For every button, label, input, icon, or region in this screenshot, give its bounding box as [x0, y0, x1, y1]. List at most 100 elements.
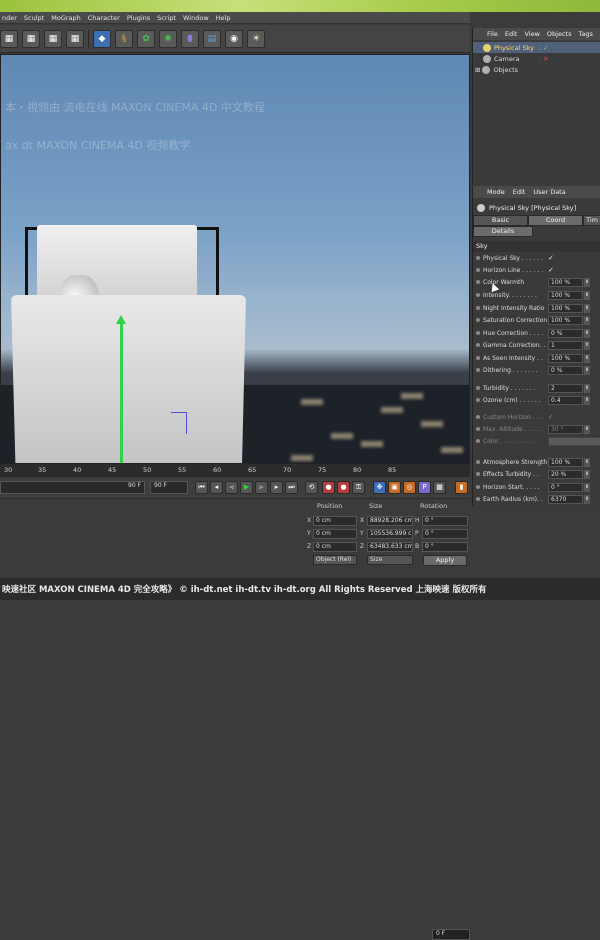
param-custom-horizon[interactable]: Custom Horizon . . .✓ [473, 411, 600, 423]
pla-key-icon[interactable]: ▦ [433, 481, 446, 494]
expand-icon[interactable]: ⊞ [475, 66, 480, 74]
render-picture-viewer-icon[interactable]: ▦ [22, 30, 40, 48]
attr-menu-edit[interactable]: Edit [513, 188, 526, 196]
end-frame-field[interactable]: 90 F [150, 481, 188, 494]
tab-coord[interactable]: Coord [528, 215, 583, 226]
keyframe-selection-icon[interactable]: ⚿ [352, 481, 365, 494]
position-y-field[interactable]: 0 cm [313, 529, 357, 539]
menu-script[interactable]: Script [157, 14, 176, 22]
preview-range-field[interactable]: 90 F [0, 481, 145, 494]
checkbox[interactable]: ✓ [548, 254, 554, 262]
timeline-ruler[interactable]: 30 35 40 45 50 55 60 65 70 75 80 85 0 F [0, 464, 470, 477]
menu-character[interactable]: Character [88, 14, 120, 22]
render-view-icon[interactable]: ▦ [0, 30, 18, 48]
param-field[interactable]: 100 % [548, 304, 583, 313]
spinner-icon[interactable]: ⬍ [584, 425, 590, 434]
param-turbidity[interactable]: Turbidity . . . . . . .2⬍ [473, 382, 600, 394]
param-field[interactable]: 20 % [548, 470, 583, 479]
param-dithering[interactable]: Dithering . . . . . . .0 %⬍ [473, 364, 600, 376]
spinner-icon[interactable]: ⬍ [584, 291, 590, 300]
section-header-sky[interactable]: Sky [473, 241, 600, 252]
apply-button[interactable]: Apply [423, 555, 467, 566]
param-field[interactable]: 0 ° [548, 483, 583, 492]
param-field[interactable]: 1 [548, 341, 583, 350]
rotation-h-field[interactable]: 0 ° [422, 516, 468, 526]
size-x-field[interactable]: 88928.206 cm [367, 516, 413, 526]
param-horizon-line[interactable]: Horizon Line . . . . . .✓ [473, 264, 600, 276]
tab-basic[interactable]: Basic [473, 215, 528, 226]
menu-sculpt[interactable]: Sculpt [24, 14, 44, 22]
menu-plugins[interactable]: Plugins [127, 14, 150, 22]
spinner-icon[interactable]: ⬍ [584, 278, 590, 287]
objects-menu-tags[interactable]: Tags [578, 30, 592, 38]
spinner-icon[interactable]: ⬍ [584, 316, 590, 325]
menu-help[interactable]: Help [216, 14, 231, 22]
record-icon[interactable]: ● [322, 481, 335, 494]
param-earth-radius[interactable]: Earth Radius (km). .6370⬍ [473, 493, 600, 505]
param-field[interactable]: 0.4 [548, 396, 583, 405]
scale-key-icon[interactable]: ▣ [388, 481, 401, 494]
param-field[interactable]: 100 % [548, 458, 583, 467]
param-saturation-correction[interactable]: Saturation Correction100 %⬍ [473, 314, 600, 326]
spinner-icon[interactable]: ⬍ [584, 354, 590, 363]
next-frame-icon[interactable]: ▹ [255, 481, 268, 494]
param-color[interactable]: Color . . . . . . . . . [473, 435, 600, 447]
position-x-field[interactable]: 0 cm [313, 516, 357, 526]
param-key-icon[interactable]: P [418, 481, 431, 494]
spinner-icon[interactable]: ⬍ [584, 304, 590, 313]
object-row-objects[interactable]: ⊞ Objects [473, 64, 600, 75]
checkbox[interactable]: ✓ [548, 413, 554, 421]
spinner-icon[interactable]: ⬍ [584, 458, 590, 467]
attr-menu-mode[interactable]: Mode [487, 188, 505, 196]
current-frame-readout[interactable]: 0 F [432, 929, 470, 940]
param-atmosphere-strength[interactable]: Atmosphere Strength100 %⬍ [473, 456, 600, 468]
size-y-field[interactable]: 105536.999 cm [367, 529, 413, 539]
menu-window[interactable]: Window [183, 14, 209, 22]
param-hue-correction[interactable]: Hue Correction . . . .0 %⬍ [473, 327, 600, 339]
prev-key-icon[interactable]: ◂ [210, 481, 223, 494]
param-physical-sky[interactable]: Physical Sky . . . . . .✓ [473, 252, 600, 264]
cube-icon[interactable]: ◆ [93, 30, 111, 48]
go-to-end-icon[interactable]: ⏭ [285, 481, 298, 494]
spinner-icon[interactable]: ⬍ [584, 495, 590, 504]
rotate-key-icon[interactable]: ◎ [403, 481, 416, 494]
attr-menu-userdata[interactable]: User Data [533, 188, 565, 196]
spline-icon[interactable]: § [115, 30, 133, 48]
camera-tag-icon[interactable]: ⁚ ✕ [539, 55, 549, 63]
edit-render-settings-icon[interactable]: ▦ [66, 30, 84, 48]
go-to-start-icon[interactable]: ⏮ [195, 481, 208, 494]
prev-frame-icon[interactable]: ◃ [225, 481, 238, 494]
timeline-window-icon[interactable]: ▮ [455, 481, 468, 494]
spinner-icon[interactable]: ⬍ [584, 396, 590, 405]
environment-icon[interactable]: ▤ [203, 30, 221, 48]
spinner-icon[interactable]: ⬍ [584, 384, 590, 393]
objects-menu-file[interactable]: File [487, 30, 498, 38]
param-horizon-start[interactable]: Horizon Start. . . . .0 °⬍ [473, 481, 600, 493]
render-settings-icon[interactable]: ▦ [44, 30, 62, 48]
object-row-camera[interactable]: Camera ⁚ ✕ [473, 53, 600, 64]
visibility-check-icon[interactable]: ⁚ ✓ [539, 44, 549, 52]
size-z-field[interactable]: 63483.633 cm [367, 542, 413, 552]
spinner-icon[interactable]: ⬍ [584, 470, 590, 479]
light-icon[interactable]: ☀ [247, 30, 265, 48]
spinner-icon[interactable]: ⬍ [584, 329, 590, 338]
position-z-field[interactable]: 0 cm [313, 542, 357, 552]
param-field[interactable]: 30 ° [548, 425, 583, 434]
objects-menu-edit[interactable]: Edit [505, 30, 518, 38]
y-axis-handle[interactable] [120, 323, 123, 464]
param-ozone[interactable]: Ozone (cm) . . . . . .0.4⬍ [473, 394, 600, 406]
param-night-intensity-ratio[interactable]: Night Intensity Ratio100 %⬍ [473, 302, 600, 314]
param-effects-turbidity[interactable]: Effects Turbidity . .20 %⬍ [473, 468, 600, 480]
mograph-icon[interactable]: ✺ [159, 30, 177, 48]
param-field[interactable]: 100 % [548, 354, 583, 363]
3d-viewport[interactable]: 本・視频由 流电在线 MAXON CINEMA 4D 中文教程 ax dt MA… [0, 54, 470, 464]
param-as-seen-intensity[interactable]: As Seen Intensity . .100 %⬍ [473, 352, 600, 364]
param-field[interactable]: 0 % [548, 329, 583, 338]
color-swatch[interactable] [548, 437, 600, 446]
spinner-icon[interactable]: ⬍ [584, 366, 590, 375]
rotation-p-field[interactable]: 0 ° [422, 529, 468, 539]
param-field[interactable]: 6370 [548, 495, 583, 504]
spinner-icon[interactable]: ⬍ [584, 341, 590, 350]
checkbox[interactable]: ✓ [548, 266, 554, 274]
param-field[interactable]: 0 % [548, 366, 583, 375]
